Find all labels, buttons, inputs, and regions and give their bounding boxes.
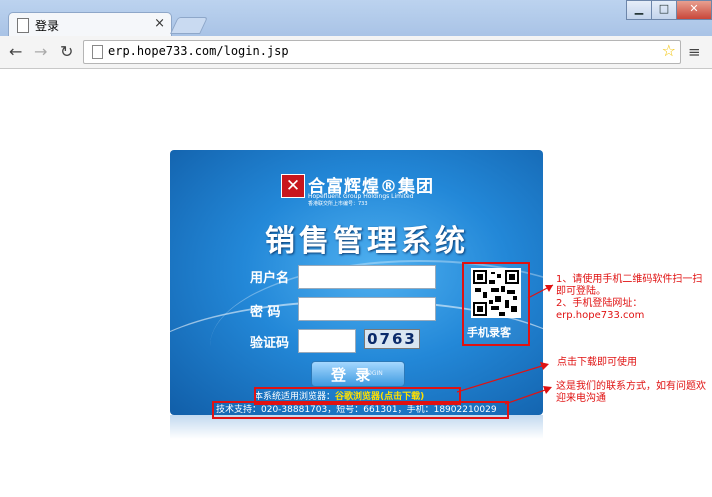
contact-annotation: 这是我们的联系方式，如有问题欢迎来电沟通 bbox=[556, 381, 706, 404]
qr-annotation-line: 2、手机登陆网址： bbox=[556, 298, 643, 309]
qr-annotation-line: 1、请使用手机二维码软件扫一扫即可登陆。 bbox=[556, 274, 703, 297]
qr-annotation: 1、请使用手机二维码软件扫一扫即可登陆。 2、手机登陆网址： erp.hope7… bbox=[556, 274, 706, 322]
qr-annotation-line: erp.hope733.com bbox=[556, 310, 645, 321]
browser-annotation: 点击下载即可使用 bbox=[557, 357, 637, 368]
annotation-arrows bbox=[456, 284, 554, 405]
